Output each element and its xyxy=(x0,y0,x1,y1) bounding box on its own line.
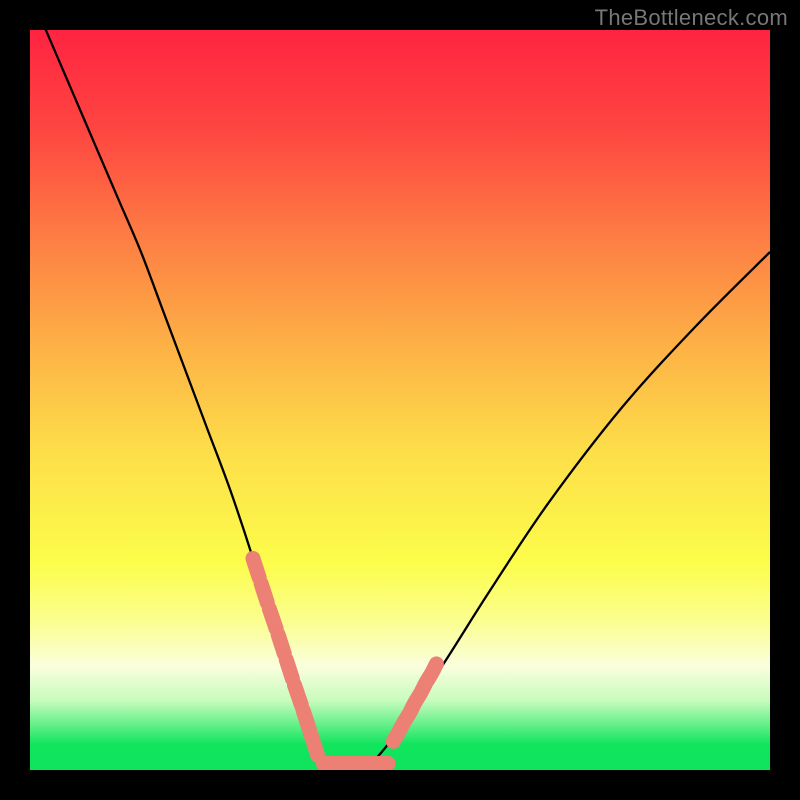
highlight-dash xyxy=(278,635,284,654)
highlight-dash xyxy=(253,558,259,577)
chart-frame: TheBottleneck.com xyxy=(0,0,800,800)
highlight-dash xyxy=(269,609,276,629)
highlight-dash xyxy=(432,664,436,672)
highlight-dash xyxy=(286,660,292,679)
plot-area xyxy=(30,30,770,770)
highlight-dash xyxy=(303,711,309,730)
highlight-segments xyxy=(253,558,436,763)
curve-layer xyxy=(30,30,770,770)
highlight-dash xyxy=(261,584,267,603)
highlight-dash xyxy=(311,736,317,755)
watermark-text: TheBottleneck.com xyxy=(595,5,788,31)
highlight-dash xyxy=(295,685,302,705)
bottleneck-curve xyxy=(30,30,770,769)
